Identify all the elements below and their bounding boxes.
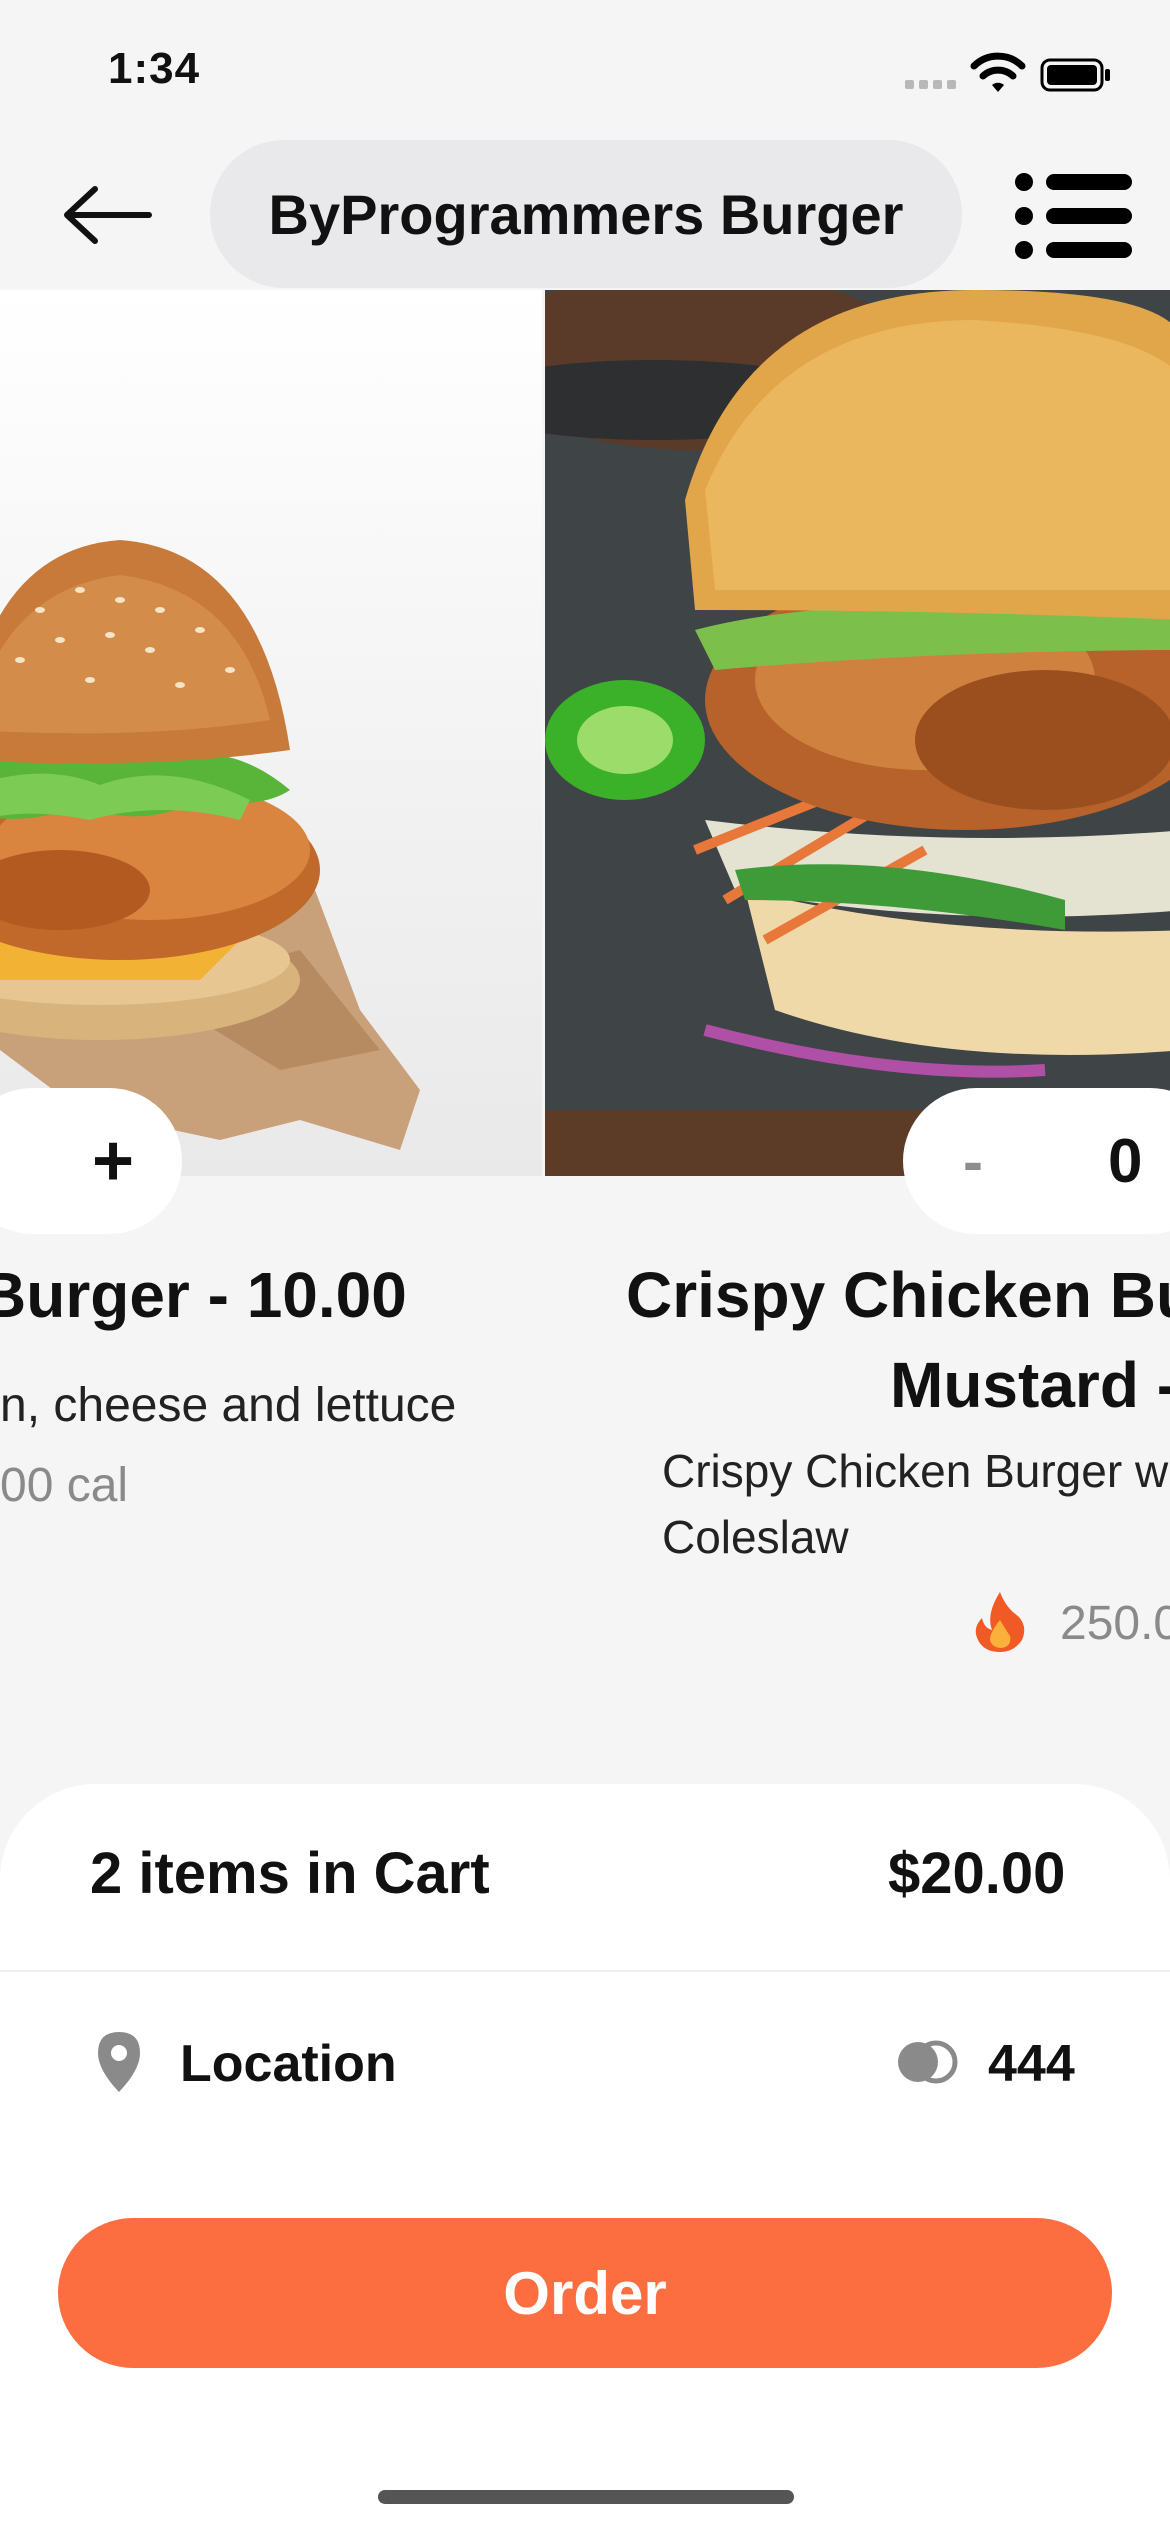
menu-button[interactable] bbox=[1012, 172, 1134, 260]
list-icon bbox=[1015, 173, 1132, 259]
item-calories: 00 cal bbox=[0, 1459, 129, 1512]
item-description: Crispy Chicken Burger w Coleslaw bbox=[662, 1445, 1169, 1563]
signal-icon bbox=[905, 80, 961, 90]
divider bbox=[0, 1970, 1170, 1972]
menu-carousel[interactable]: + - 0 Burger - 10.00 n, cheese and lettu… bbox=[0, 290, 1170, 1740]
wifi-icon bbox=[970, 50, 1026, 94]
item-name: Crispy Chicken Bu bbox=[626, 1259, 1170, 1331]
arrow-left-icon bbox=[64, 186, 152, 244]
cart-items-count: 2 items in Cart bbox=[90, 1841, 490, 1906]
item-description: n, cheese and lettuce bbox=[0, 1379, 457, 1432]
crispy-chicken-burger-image[interactable] bbox=[545, 290, 1170, 1176]
item-name: Burger - 10.00 bbox=[0, 1259, 407, 1331]
location-pin-icon bbox=[96, 2030, 142, 2094]
plus-label: + bbox=[91, 1121, 134, 1201]
status-time: 1:34 bbox=[108, 44, 201, 93]
decrement-button[interactable]: - bbox=[963, 1127, 983, 1196]
cart-total: $20.00 bbox=[888, 1841, 1066, 1906]
home-indicator[interactable] bbox=[378, 2490, 794, 2504]
item-name-line2: Mustard - bbox=[890, 1349, 1170, 1421]
restaurant-title: ByProgrammers Burger bbox=[210, 140, 962, 288]
location-button[interactable]: Location bbox=[180, 2034, 397, 2094]
back-button[interactable] bbox=[52, 175, 162, 255]
order-button[interactable]: Order bbox=[58, 2218, 1112, 2368]
points-value: 444 bbox=[988, 2035, 1075, 2093]
points-coin-icon bbox=[896, 2040, 960, 2084]
battery-icon bbox=[1040, 58, 1112, 92]
add-to-cart-button[interactable]: + bbox=[0, 1088, 182, 1234]
burger-image[interactable] bbox=[0, 290, 542, 1176]
item-calories: 250.0 bbox=[1060, 1597, 1170, 1650]
quantity-stepper[interactable]: - 0 bbox=[903, 1088, 1170, 1234]
quantity-value: 0 bbox=[1108, 1126, 1143, 1196]
fire-icon bbox=[972, 1590, 1028, 1652]
